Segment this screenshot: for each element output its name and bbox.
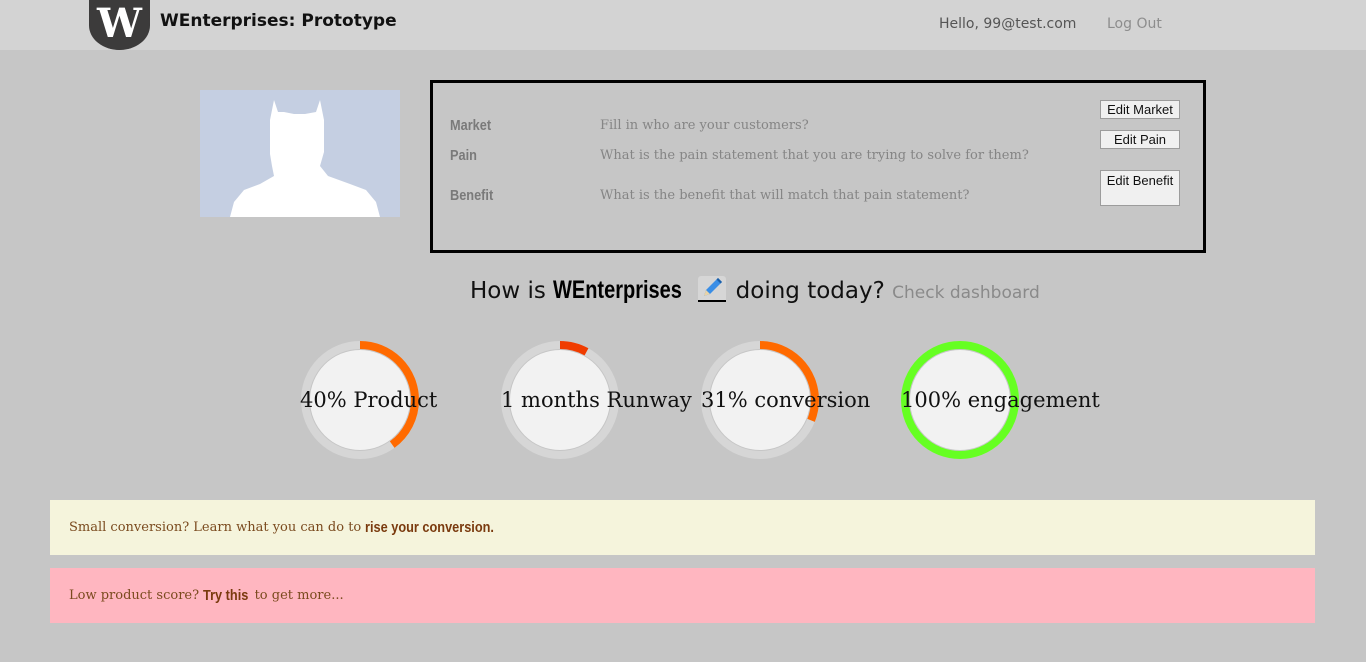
user-greeting: Hello, 99@test.com: [939, 16, 1077, 32]
conversion-alert: Small conversion? Learn what you can do …: [50, 500, 1315, 555]
avatar: [200, 90, 400, 217]
product-alert-suffix: to get more...: [254, 588, 344, 603]
engagement-gauge-label: 100% engagement: [901, 388, 1100, 412]
rise-conversion-link[interactable]: rise your conversion.: [365, 519, 494, 536]
profile-silhouette-icon: [230, 100, 380, 217]
business-profile-box: Market Fill in who are your customers? P…: [430, 80, 1206, 253]
edit-pain-button[interactable]: Edit Pain: [1100, 130, 1180, 149]
product-alert-prefix: Low product score?: [69, 588, 200, 603]
headline-prefix: How is: [470, 278, 546, 304]
pain-label: Pain: [450, 147, 477, 164]
app-title: WEnterprises: Prototype: [160, 11, 397, 31]
runway-gauge-label: 1 months Runway: [501, 388, 692, 412]
company-name: WEnterprises: [553, 276, 683, 304]
benefit-label: Benefit: [450, 187, 494, 204]
conversion-gauge-label: 31% conversion: [701, 388, 871, 412]
logo-icon[interactable]: W: [89, 0, 150, 50]
headline-suffix: doing today?: [735, 278, 885, 304]
top-navbar: W WEnterprises: Prototype Hello, 99@test…: [0, 0, 1366, 50]
logo-letter: W: [97, 0, 142, 47]
benefit-text: What is the benefit that will match that…: [600, 188, 970, 203]
edit-market-button[interactable]: Edit Market: [1100, 100, 1180, 119]
pain-text: What is the pain statement that you are …: [600, 148, 1029, 163]
try-this-link[interactable]: Try this: [203, 587, 248, 604]
status-headline: How is WEnterprises doing today? Check d…: [470, 276, 1040, 305]
check-dashboard-link[interactable]: Check dashboard: [892, 283, 1040, 303]
product-gauge-label: 40% Product: [300, 388, 438, 412]
edit-benefit-button[interactable]: Edit Benefit: [1100, 170, 1180, 206]
edit-company-pencil-icon[interactable]: [697, 276, 726, 302]
market-label: Market: [450, 117, 492, 134]
product-alert: Low product score? Try this to get more..…: [50, 568, 1315, 623]
conversion-alert-text: Small conversion? Learn what you can do …: [69, 520, 362, 535]
market-text: Fill in who are your customers?: [600, 118, 809, 133]
logout-link[interactable]: Log Out: [1107, 16, 1162, 32]
